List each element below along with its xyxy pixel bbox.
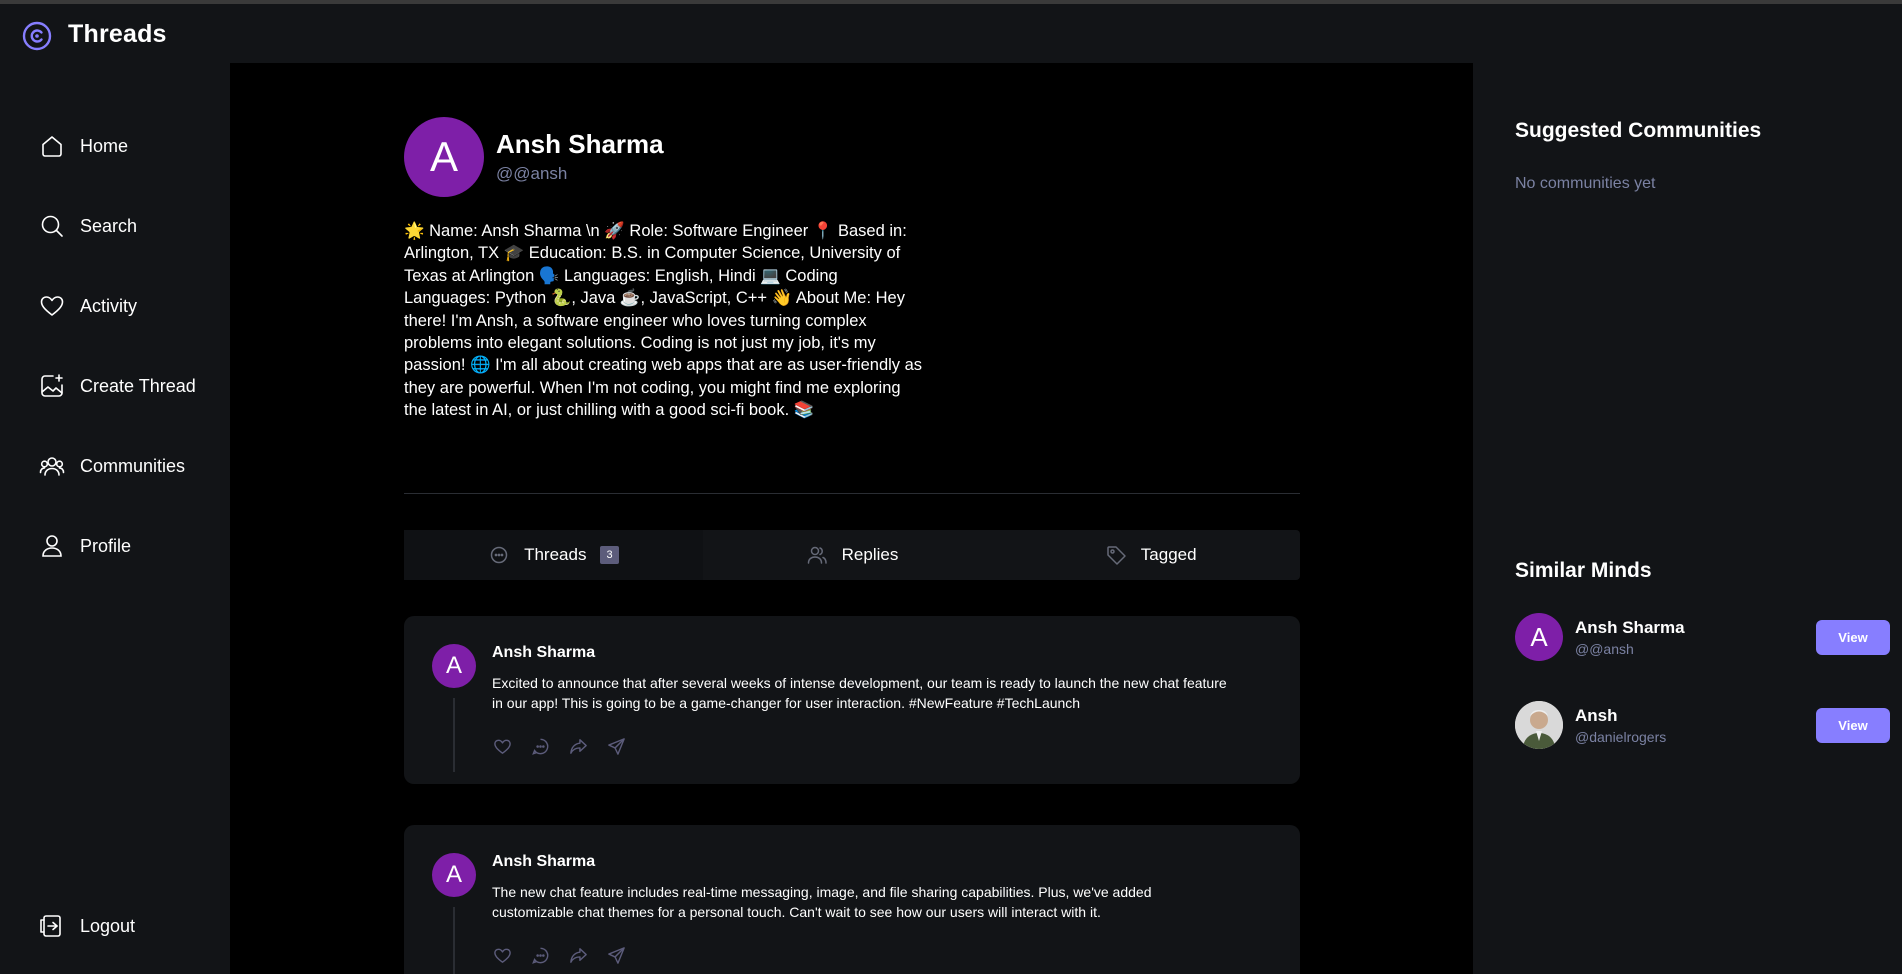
user-name: Ansh Sharma (1575, 618, 1685, 637)
repost-icon (570, 947, 587, 963)
profile-name: Ansh Sharma (496, 129, 664, 159)
share-icon (608, 946, 625, 964)
sidebar-item-label: Create Thread (80, 375, 196, 396)
reply-icon (532, 738, 549, 755)
chat-bubble-icon (490, 546, 508, 564)
reply-button[interactable] (530, 944, 568, 966)
thread-card[interactable]: A Ansh Sharma The new chat feature inclu… (404, 825, 1300, 974)
reply-icon (532, 947, 549, 964)
sidebar-item-activity[interactable]: Activity (38, 288, 137, 324)
logout-icon (40, 915, 61, 937)
user-name: Ansh (1575, 706, 1618, 725)
view-user-button[interactable]: View (1816, 708, 1890, 743)
repost-icon (570, 738, 587, 754)
right-sidebar: Suggested Communities No communities yet… (1473, 63, 1902, 974)
profile-handle: @@ansh (496, 164, 568, 183)
repost-button[interactable] (568, 944, 606, 966)
home-icon (42, 136, 62, 157)
heart-icon (494, 948, 511, 963)
tab-threads[interactable]: Threads 3 (404, 530, 703, 580)
profile-avatar: A (404, 117, 484, 197)
main-content: A Ansh Sharma @@ansh 🌟 Name: Ansh Sharma… (230, 63, 1473, 974)
sidebar-item-label: Communities (80, 455, 186, 476)
sidebar-item-communities[interactable]: Communities (38, 448, 185, 484)
suggested-communities-empty: No communities yet (1515, 175, 1656, 192)
communities-icon (39, 457, 65, 476)
heart-icon (40, 296, 64, 316)
thread-author-avatar[interactable]: A (432, 644, 476, 688)
logout-label: Logout (80, 915, 136, 936)
heart-icon (494, 739, 511, 754)
sidebar-item-label: Profile (80, 535, 132, 556)
repost-button[interactable] (568, 735, 606, 757)
sidebar-item-profile[interactable]: Profile (38, 528, 131, 564)
user-card: A Ansh Sharma @@ansh View (1515, 613, 1890, 663)
logout-button[interactable]: Logout (38, 908, 135, 944)
tab-label: Replies (841, 545, 899, 564)
left-sidebar: Home Search Activity Create Thread Commu… (0, 63, 230, 974)
tab-tagged[interactable]: Tagged (1001, 530, 1300, 580)
thread-actions (492, 944, 644, 966)
threads-logo-icon[interactable] (22, 21, 52, 51)
sidebar-item-create-thread[interactable]: Create Thread (38, 368, 196, 404)
user-avatar: A (1515, 613, 1563, 661)
sidebar-item-home[interactable]: Home (38, 128, 128, 164)
profile-bio: 🌟 Name: Ansh Sharma \n 🚀 Role: Software … (404, 222, 923, 420)
search-icon (41, 215, 63, 237)
sidebar-item-search[interactable]: Search (38, 208, 137, 244)
like-button[interactable] (492, 735, 530, 757)
user-photo-icon (1515, 701, 1563, 749)
thread-text: The new chat feature includes real-time … (492, 884, 1152, 920)
thread-author-avatar[interactable]: A (432, 853, 476, 897)
thread-line (453, 698, 455, 772)
thread-text: Excited to announce that after several w… (492, 675, 1227, 711)
profile-tabs: Threads 3 Replies Tagged (404, 530, 1300, 580)
user-card: Ansh @danielrogers View (1515, 701, 1890, 751)
user-handle: @danielrogers (1575, 729, 1667, 745)
share-button[interactable] (606, 735, 644, 757)
sidebar-item-label: Home (80, 135, 129, 156)
share-button[interactable] (606, 944, 644, 966)
thread-line (453, 907, 455, 974)
profile-divider (404, 493, 1300, 494)
suggested-communities-title: Suggested Communities (1515, 119, 1762, 142)
app-title[interactable]: Threads (68, 20, 167, 49)
like-button[interactable] (492, 944, 530, 966)
user-avatar (1515, 701, 1563, 749)
thread-author-name[interactable]: Ansh Sharma (492, 644, 595, 662)
user-handle: @@ansh (1575, 641, 1634, 657)
members-icon (807, 546, 827, 564)
thread-author-name[interactable]: Ansh Sharma (492, 853, 595, 871)
tag-icon (1107, 546, 1126, 565)
view-user-button[interactable]: View (1816, 620, 1890, 655)
sidebar-item-label: Search (80, 215, 138, 236)
create-thread-icon (41, 374, 63, 397)
threads-count-badge: 3 (600, 546, 619, 564)
user-icon (42, 535, 62, 557)
sidebar-item-label: Activity (80, 295, 138, 316)
share-icon (608, 737, 625, 755)
similar-minds-title: Similar Minds (1515, 559, 1652, 582)
thread-actions (492, 735, 644, 757)
tab-label: Tagged (1140, 545, 1197, 564)
tab-replies[interactable]: Replies (703, 530, 1002, 580)
tab-label: Threads (524, 545, 587, 564)
thread-card[interactable]: A Ansh Sharma Excited to announce that a… (404, 616, 1300, 784)
reply-button[interactable] (530, 735, 568, 757)
top-bar: Threads (0, 4, 1902, 63)
